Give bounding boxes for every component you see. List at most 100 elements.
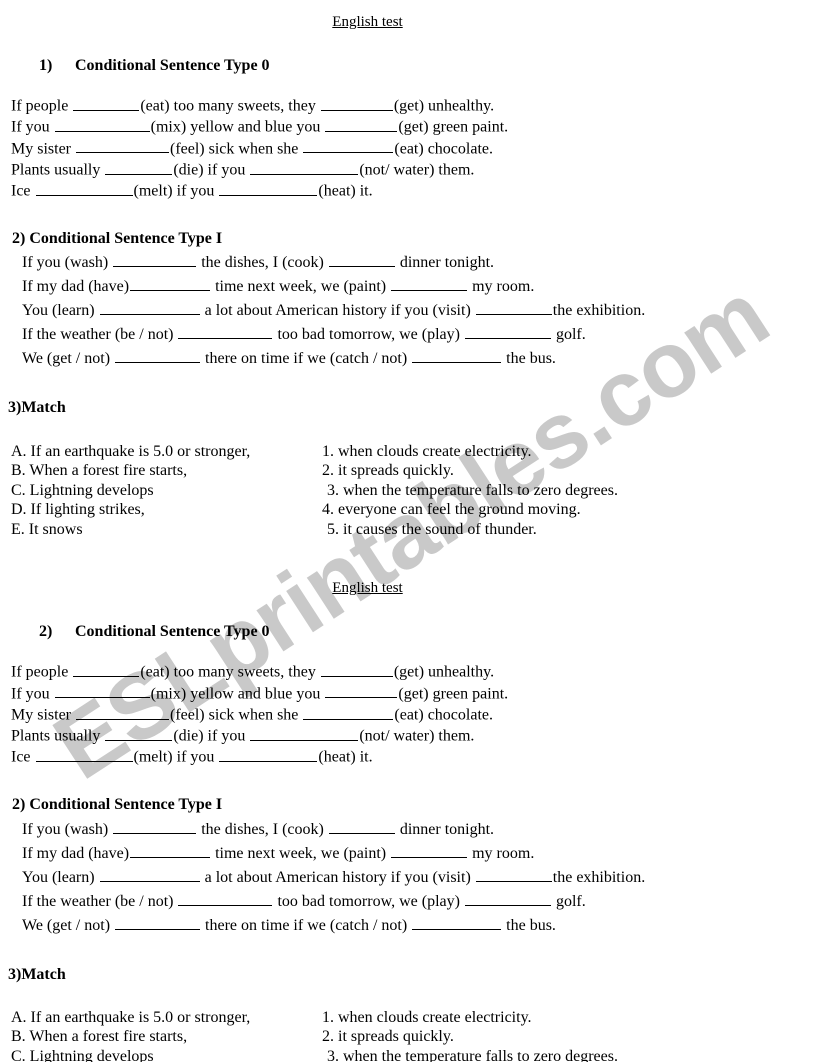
match-item-left[interactable]: E. It snows [11,520,322,540]
answer-blank[interactable] [412,914,502,930]
match-column-left: A. If an earthquake is 5.0 or stronger, B… [0,442,322,540]
section-heading-type1: 2) Conditional Sentence Type I [12,796,223,814]
answer-blank[interactable] [475,300,552,316]
match-list-right: 1. when clouds create electricity. 2. it … [322,442,821,540]
answer-blank[interactable] [73,661,140,678]
answer-blank[interactable] [412,348,502,364]
answer-blank[interactable] [320,661,393,678]
match-item-right[interactable]: 1. when clouds create electricity. [322,442,821,462]
match-item-left[interactable]: B. When a forest fire starts, [11,461,322,481]
answer-blank[interactable] [325,683,398,699]
match-list-left: A. If an earthquake is 5.0 or stronger, B… [11,1008,322,1062]
section-heading-match: 3)Match [8,965,66,983]
question-item: If you (wash) the dishes, I (cook) dinne… [22,818,821,842]
answer-blank[interactable] [464,890,551,906]
answer-blank[interactable] [54,116,150,133]
answer-blank[interactable] [130,276,211,292]
question-item: You (learn) a lot about American history… [22,866,821,890]
match-item-left[interactable]: D. If lighting strikes, [11,500,322,520]
answer-blank[interactable] [35,180,133,196]
match-list-right: 1. when clouds create electricity. 2. it … [322,1008,821,1062]
answer-blank[interactable] [250,159,359,175]
answer-blank[interactable] [328,818,395,834]
answer-blank[interactable] [130,842,211,858]
match-item-left[interactable]: C. Lightning develops [11,1047,322,1062]
match-item-right[interactable]: 3. when the temperature falls to zero de… [322,1047,821,1062]
question-item: If people (eat) too many sweets, they (g… [11,95,821,116]
match-item-right[interactable]: 1. when clouds create electricity. [322,1008,821,1028]
answer-blank[interactable] [113,818,197,834]
question-item: If the weather (be / not) too bad tomorr… [22,890,821,914]
answer-blank[interactable] [115,348,201,364]
section-number-type0: 1) [39,57,53,74]
match-item-left[interactable]: B. When a forest fire starts, [11,1027,322,1047]
match-item-left[interactable]: A. If an earthquake is 5.0 or stronger, [11,1008,322,1028]
question-item: If my dad (have) time next week, we (pai… [22,275,821,299]
answer-blank[interactable] [391,842,468,858]
question-item: You (learn) a lot about American history… [22,299,821,323]
section-number-type0: 2) [39,623,53,641]
match-item-right[interactable]: 2. it spreads quickly. [322,1027,821,1047]
match-item-right[interactable]: 5. it causes the sound of thunder. [322,520,821,540]
question-item: If people (eat) too many sweets, they (g… [11,661,821,682]
answer-blank[interactable] [76,138,169,154]
question-item: Plants usually (die) if you (not/ water)… [11,725,821,746]
answer-blank[interactable] [99,866,200,882]
worksheet-content: English test 1) Conditional Sentence Type … [0,0,821,1062]
question-list-type0: If people (eat) too many sweets, they (g… [0,661,821,767]
question-item: We (get / not) there on time if we (catc… [22,347,821,371]
worksheet-copy: English test 1) Conditional Sentence Type … [0,0,821,539]
answer-blank[interactable] [303,704,394,720]
answer-blank[interactable] [320,95,393,111]
answer-blank[interactable] [35,746,133,762]
page-title-text: English test [332,14,403,30]
answer-blank[interactable] [178,890,273,906]
answer-blank[interactable] [105,159,173,175]
match-item-right[interactable]: 4. everyone can feel the ground moving. [322,500,821,520]
page-title: English test [0,0,821,31]
question-list-type1: If you (wash) the dishes, I (cook) dinne… [0,818,821,938]
match-item-left[interactable]: A. If an earthquake is 5.0 or stronger, [11,442,322,462]
answer-blank[interactable] [105,725,173,741]
match-item-right[interactable]: 2. it spreads quickly. [322,461,821,481]
question-list-type0: If people (eat) too many sweets, they (g… [0,95,821,201]
question-list-type1: If you (wash) the dishes, I (cook) dinne… [0,251,821,371]
question-item: My sister (feel) sick when she (eat) cho… [11,704,821,725]
match-item-right[interactable]: 3. when the temperature falls to zero de… [322,481,821,501]
answer-blank[interactable] [115,914,201,930]
page-title: English test [0,579,821,597]
answer-blank[interactable] [99,300,200,316]
worksheet-page: ESLprintables.com English test 1) Conditio… [0,0,821,1062]
answer-blank[interactable] [464,324,551,340]
match-section: A. If an earthquake is 5.0 or stronger, B… [0,442,821,540]
section-label-type0: Conditional Sentence Type 0 [75,623,270,641]
section-heading-type0: 1) Conditional Sentence Type 0 [0,56,821,75]
answer-blank[interactable] [54,683,150,699]
question-item: Plants usually (die) if you (not/ water)… [11,159,821,180]
question-item: If you (wash) the dishes, I (cook) dinne… [22,251,821,275]
question-item: If my dad (have) time next week, we (pai… [22,842,821,866]
question-item: Ice (melt) if you (heat) it. [11,746,821,767]
answer-blank[interactable] [475,866,552,882]
answer-blank[interactable] [391,276,468,292]
question-item: Ice (melt) if you (heat) it. [11,180,821,201]
section-heading-type0: 2) Conditional Sentence Type 0 [0,622,821,641]
answer-blank[interactable] [73,95,140,111]
answer-blank[interactable] [303,138,394,154]
section-heading-match: 3)Match [8,399,66,417]
worksheet-copy: English test 2) Conditional Sentence Type … [0,579,821,1062]
answer-blank[interactable] [328,252,395,268]
answer-blank[interactable] [113,252,197,268]
match-column-right: 1. when clouds create electricity. 2. it … [322,1008,821,1062]
match-list-left: A. If an earthquake is 5.0 or stronger, B… [11,442,322,540]
answer-blank[interactable] [178,324,273,340]
answer-blank[interactable] [219,746,318,762]
question-item: If the weather (be / not) too bad tomorr… [22,323,821,347]
match-item-left[interactable]: C. Lightning develops [11,481,322,501]
answer-blank[interactable] [219,180,318,196]
answer-blank[interactable] [325,116,398,133]
section-label-type0: Conditional Sentence Type 0 [75,57,270,74]
question-item: If you (mix) yellow and blue you (get) g… [11,683,821,704]
answer-blank[interactable] [76,704,169,720]
answer-blank[interactable] [250,725,359,741]
